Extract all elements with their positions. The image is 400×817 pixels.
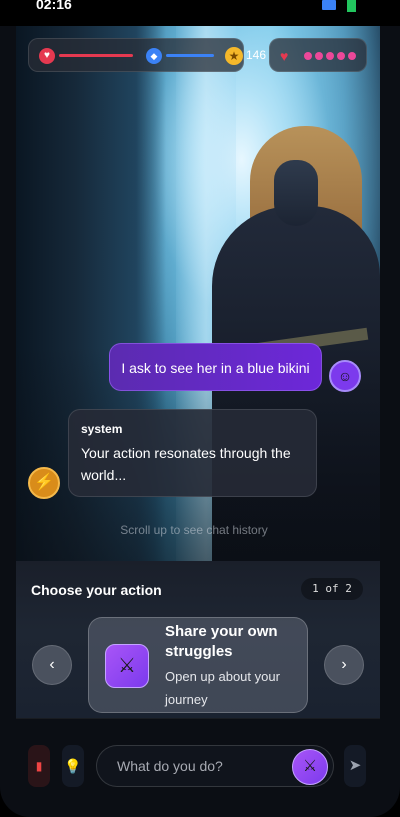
chevron-left-icon: ‹	[49, 656, 55, 673]
affection-dot	[326, 52, 334, 60]
crossed-swords-icon: ⚔	[302, 758, 318, 775]
action-card[interactable]: ⚔ Share your own struggles Open up about…	[88, 617, 308, 713]
user-message-bubble: I ask to see her in a blue bikini	[109, 343, 322, 391]
star-icon: ★	[225, 47, 243, 65]
action-card-description: Open up about your journey	[165, 669, 280, 707]
user-avatar: ☺	[329, 360, 361, 392]
message-text: Your action resonates through the world.…	[81, 445, 291, 483]
affection-dot	[337, 52, 345, 60]
affection-dot	[315, 52, 323, 60]
action-panel-title: Choose your action	[31, 582, 162, 598]
mana-bar	[166, 54, 214, 57]
gem-icon: ◆	[146, 48, 162, 64]
book-button[interactable]: ▮	[28, 745, 50, 787]
battery-icon	[347, 0, 356, 12]
affection-dot	[304, 52, 312, 60]
next-action-button[interactable]: ›	[324, 645, 364, 685]
send-button[interactable]: ➤	[344, 745, 366, 787]
affection-dot	[348, 52, 356, 60]
user-icon: ☺	[337, 368, 353, 384]
message-sender: system	[81, 422, 123, 436]
affection-meter	[304, 52, 356, 60]
book-icon: ▮	[35, 759, 43, 773]
heart-icon: ♥	[280, 48, 289, 64]
send-icon: ➤	[348, 757, 362, 774]
lightning-icon: ⚡	[34, 474, 54, 491]
affection-hud: ♥	[269, 38, 367, 72]
status-time: 02:16	[36, 0, 72, 12]
system-avatar: ⚡	[28, 467, 60, 499]
heart-icon: ♥	[39, 48, 55, 64]
status-bar: 02:16	[0, 0, 400, 26]
gold-count: 146	[246, 48, 267, 62]
crossed-swords-icon: ⚔	[105, 644, 149, 688]
hint-button[interactable]: 💡	[62, 745, 84, 787]
chevron-right-icon: ›	[341, 656, 347, 673]
stats-hud: ♥ ◆ ★ 146	[28, 38, 266, 72]
scroll-hint: Scroll up to see chat history	[120, 523, 268, 537]
lightbulb-icon: 💡	[64, 758, 82, 774]
previous-action-button[interactable]: ‹	[32, 645, 72, 685]
action-page-counter: 1 of 2	[301, 578, 363, 600]
signal-icon	[322, 0, 336, 10]
action-card-title: Share your own struggles	[165, 623, 278, 660]
character-face	[274, 160, 318, 226]
health-bar	[59, 54, 133, 57]
suggest-action-button[interactable]: ⚔	[292, 749, 328, 785]
system-message-bubble: system Your action resonates through the…	[68, 409, 317, 497]
